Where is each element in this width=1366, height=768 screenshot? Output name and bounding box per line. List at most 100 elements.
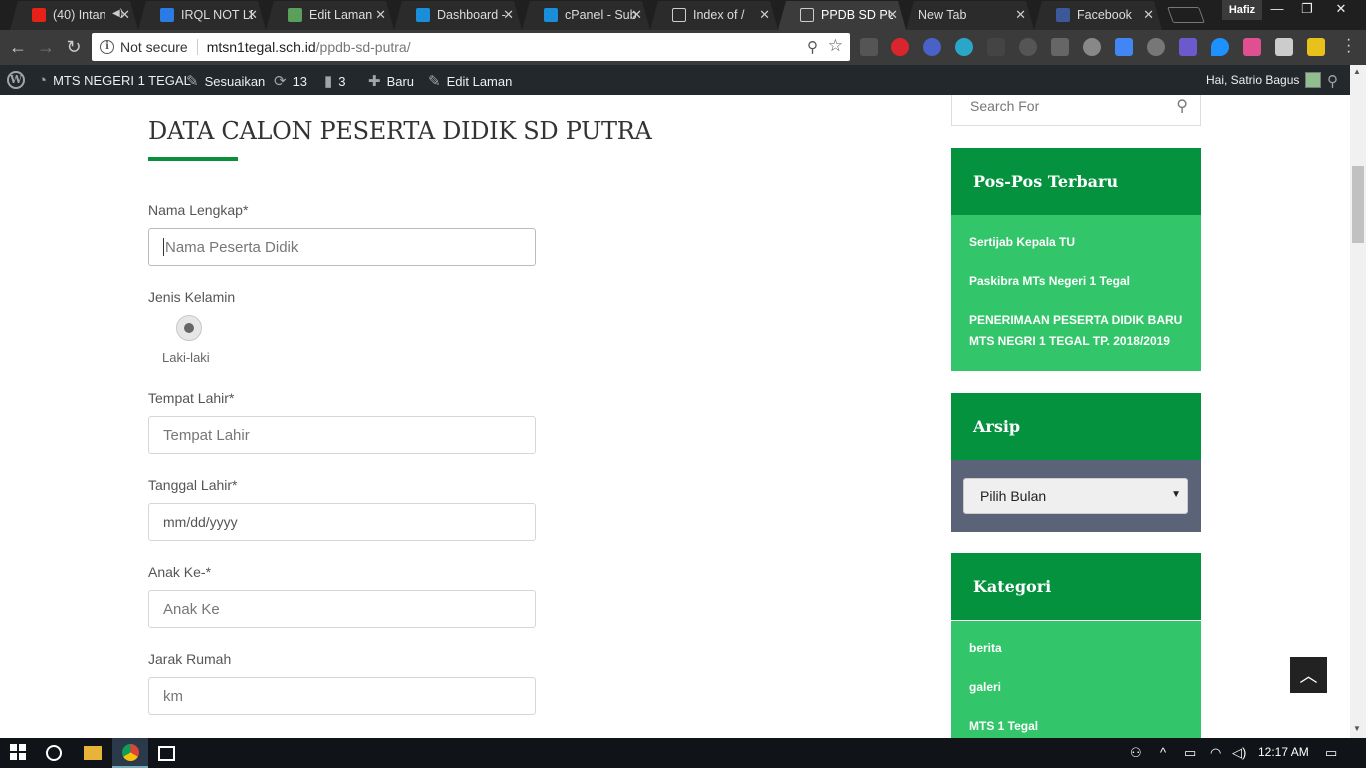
wordpress-logo-icon[interactable]: W	[7, 71, 25, 89]
browser-tab[interactable]: Facebook ✕	[1034, 1, 1162, 30]
people-icon[interactable]: ⚇	[1130, 745, 1142, 761]
reload-icon[interactable]: ↻	[64, 37, 84, 58]
nama-lengkap-input[interactable]: Nama Peserta Didik	[148, 228, 536, 266]
battery-icon[interactable]: ▭	[1184, 745, 1196, 761]
anak-ke-label: Anak Ke-*	[148, 564, 212, 580]
minimize-icon[interactable]: —	[1262, 1, 1292, 16]
new-tab-button[interactable]	[1167, 7, 1205, 23]
extension-icon[interactable]	[1147, 38, 1165, 56]
browser-tab[interactable]: cPanel - Sub ✕	[522, 1, 650, 30]
category-link[interactable]: berita	[969, 638, 1189, 659]
browser-tab-active[interactable]: PPDB SD PU ✕	[778, 1, 906, 30]
file-explorer-icon[interactable]	[84, 746, 102, 760]
volume-icon[interactable]: ◁)	[1232, 745, 1246, 761]
chevron-up-icon[interactable]: ^	[1160, 745, 1166, 760]
extension-icon[interactable]	[1275, 38, 1293, 56]
extension-icon[interactable]	[1019, 38, 1037, 56]
extension-icon[interactable]	[860, 38, 878, 56]
back-to-top-button[interactable]: ︿	[1290, 657, 1327, 693]
recent-post-link[interactable]: Paskibra MTs Negeri 1 Tegal	[969, 271, 1189, 292]
cortana-icon[interactable]	[46, 745, 62, 761]
wifi-icon[interactable]: ◠	[1210, 745, 1221, 761]
site-name-link[interactable]: ◔ MTS NEGERI 1 TEGAL	[38, 72, 191, 89]
categories-list: berita galeri MTS 1 Tegal	[951, 621, 1201, 738]
tab-title: New Tab	[918, 8, 967, 22]
close-tab-icon[interactable]: ✕	[631, 7, 642, 23]
forward-arrow-icon[interactable]: →	[36, 37, 56, 58]
action-center-icon[interactable]: ▭	[1325, 745, 1337, 761]
extension-icon[interactable]	[1083, 38, 1101, 56]
info-icon[interactable]: i	[100, 40, 114, 54]
windows-start-icon[interactable]	[10, 744, 28, 762]
close-tab-icon[interactable]: ✕	[1015, 7, 1026, 23]
extension-icon[interactable]	[1211, 38, 1229, 56]
customize-link[interactable]: ✎ Sesuaikan	[186, 72, 265, 90]
new-content-link[interactable]: ✚ Baru	[368, 72, 414, 90]
document-icon	[672, 8, 686, 22]
extension-icon[interactable]	[923, 38, 941, 56]
updates-link[interactable]: ⟳ 13	[274, 72, 307, 90]
browser-tab[interactable]: Dashboard - ✕	[394, 1, 522, 30]
updates-count: 13	[292, 73, 308, 89]
bookmark-star-icon[interactable]: ☆	[828, 36, 843, 56]
close-window-icon[interactable]: ✕	[1326, 1, 1356, 17]
laki-laki-radio[interactable]	[176, 315, 202, 341]
restore-icon[interactable]: ❐	[1292, 1, 1322, 17]
close-tab-icon[interactable]: ✕	[759, 7, 770, 23]
extension-icon[interactable]	[955, 38, 973, 56]
customize-label: Sesuaikan	[204, 73, 266, 89]
sidebar-search-input[interactable]: Search For ⚲	[951, 95, 1201, 126]
updates-icon: ⟳	[274, 73, 287, 90]
tanggal-lahir-input[interactable]: mm/dd/yyyy	[148, 503, 536, 541]
tab-title: PPDB SD PU	[821, 8, 893, 22]
pencil-icon: ✎	[428, 73, 441, 90]
tab-title: cPanel - Sub	[565, 8, 637, 22]
jarak-rumah-input[interactable]: km	[148, 677, 536, 715]
profile-button[interactable]: Hafiz	[1222, 0, 1262, 20]
extension-icon[interactable]	[1179, 38, 1197, 56]
extension-icon[interactable]	[891, 38, 909, 56]
category-link[interactable]: galeri	[969, 677, 1189, 698]
scroll-down-arrow-icon[interactable]: ▼	[1353, 724, 1361, 733]
clock[interactable]: 12:17 AM	[1258, 745, 1309, 759]
extension-icon[interactable]	[1243, 38, 1261, 56]
tempat-lahir-input[interactable]: Tempat Lahir	[148, 416, 536, 454]
close-tab-icon[interactable]: ✕	[247, 7, 258, 23]
recent-post-link[interactable]: PENERIMAAN PESERTA DIDIK BARU MTS NEGRI …	[969, 310, 1189, 352]
close-tab-icon[interactable]: ✕	[1143, 7, 1154, 23]
search-icon[interactable]: ⚲	[1176, 96, 1188, 116]
browser-tab[interactable]: (40) Intan ◀) ✕	[10, 1, 138, 30]
scroll-up-arrow-icon[interactable]: ▲	[1353, 67, 1361, 76]
facebook-icon	[1056, 8, 1070, 22]
extension-icon[interactable]	[1051, 38, 1069, 56]
zoom-icon[interactable]: ⚲	[807, 38, 818, 56]
browser-menu-icon[interactable]: · · ·	[1346, 32, 1351, 60]
close-tab-icon[interactable]: ✕	[503, 7, 514, 23]
user-account-link[interactable]: Hai, Satrio Bagus	[1206, 72, 1322, 88]
photos-icon[interactable]	[158, 746, 175, 761]
address-bar[interactable]: i Not secure mtsn1tegal.sch.id /ppdb-sd-…	[92, 33, 850, 61]
edit-page-link[interactable]: ✎ Edit Laman	[428, 72, 512, 90]
browser-tab[interactable]: New Tab ✕	[906, 1, 1034, 30]
browser-tab[interactable]: IRQL NOT LE ✕	[138, 1, 266, 30]
anak-ke-input[interactable]: Anak Ke	[148, 590, 536, 628]
close-tab-icon[interactable]: ✕	[375, 7, 386, 23]
document-icon	[800, 8, 814, 22]
text-caret	[163, 238, 164, 256]
extension-icon[interactable]	[987, 38, 1005, 56]
browser-tab[interactable]: Edit Laman ✕	[266, 1, 394, 30]
back-arrow-icon[interactable]: ←	[8, 37, 28, 58]
close-tab-icon[interactable]: ✕	[119, 7, 130, 23]
comments-link[interactable]: ▮ 3	[324, 72, 346, 90]
chrome-taskbar-button[interactable]	[112, 738, 148, 768]
category-link[interactable]: MTS 1 Tegal	[969, 716, 1189, 737]
archive-month-select[interactable]: Pilih Bulan ▼	[963, 478, 1188, 514]
recent-post-link[interactable]: Sertijab Kepala TU	[969, 232, 1189, 253]
admin-search-icon[interactable]: ⚲	[1327, 72, 1338, 90]
translate-icon[interactable]	[1115, 38, 1133, 56]
scrollbar-thumb[interactable]	[1352, 166, 1364, 243]
input-placeholder: mm/dd/yyyy	[163, 514, 238, 530]
close-tab-icon[interactable]: ✕	[887, 7, 898, 23]
extension-icon[interactable]	[1307, 38, 1325, 56]
browser-tab[interactable]: Index of / ✕	[650, 1, 778, 30]
